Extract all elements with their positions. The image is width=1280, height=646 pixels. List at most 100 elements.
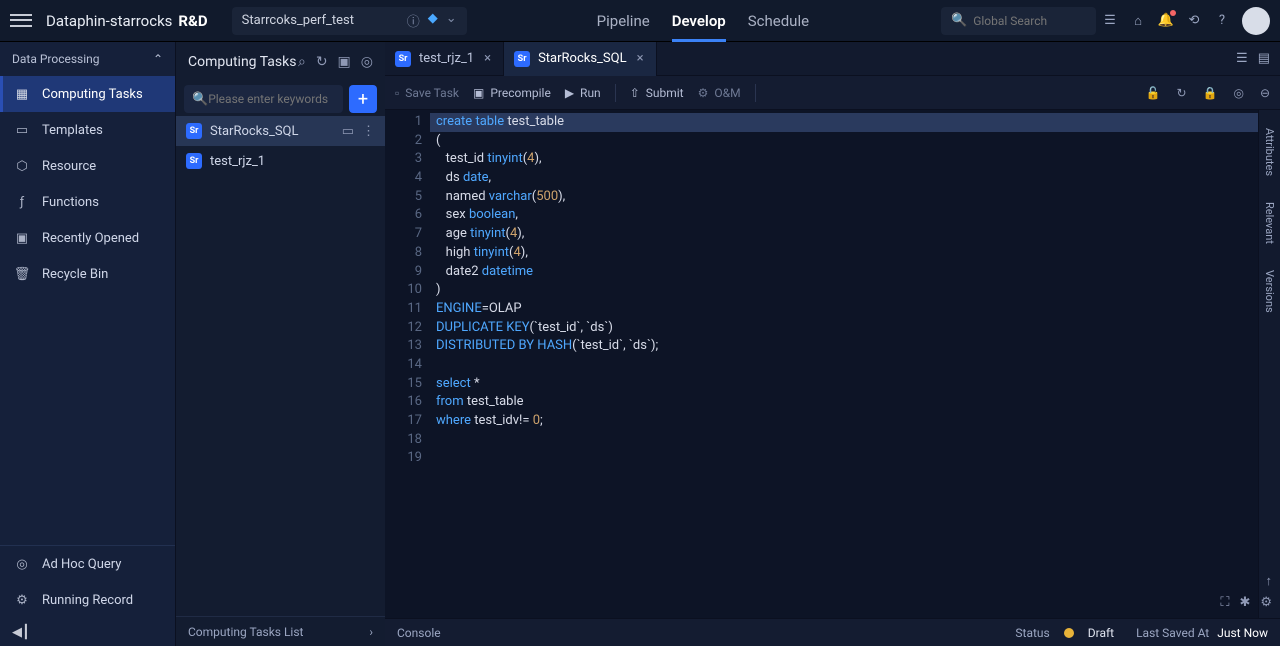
- top-bar: Dataphin-starrocksR&D Starrcoks_perf_tes…: [0, 0, 1280, 42]
- task-panel: Computing Tasks ⌕ ↻ ▣ ◎ 🔍 + SrStarRocks_…: [175, 42, 385, 646]
- more-icon[interactable]: ⋮: [362, 124, 375, 139]
- editor-tabs: Srtest_rjz_1×SrStarRocks_SQL× ☰ ▤: [385, 42, 1280, 76]
- status-bar: Console Status Draft Last Saved At Just …: [385, 618, 1280, 646]
- task-panel-footer[interactable]: Computing Tasks List ›: [176, 616, 385, 646]
- menu-icon[interactable]: [10, 10, 32, 32]
- scroll-top-icon[interactable]: ↑: [1266, 573, 1273, 589]
- sidebar-item-running-record[interactable]: ⚙Running Record: [0, 582, 175, 618]
- right-rail: Attributes Relevant Versions: [1258, 110, 1280, 618]
- nav-develop[interactable]: Develop: [672, 0, 726, 42]
- close-icon[interactable]: ×: [482, 51, 493, 66]
- search-icon: 🔍: [951, 13, 967, 28]
- rec-icon: ▣: [14, 230, 30, 246]
- sidebar-item-recently-opened[interactable]: ▣Recently Opened: [0, 220, 175, 256]
- secure-icon[interactable]: 🔒: [1203, 86, 1218, 100]
- cancel-icon[interactable]: ⊖: [1260, 86, 1270, 100]
- layout-icon[interactable]: ▤: [1258, 51, 1270, 66]
- sidebar-item-ad-hoc-query[interactable]: ◎Ad Hoc Query: [0, 546, 175, 582]
- search-icon: 🔍: [192, 92, 208, 107]
- editor-area: Srtest_rjz_1×SrStarRocks_SQL× ☰ ▤ ▫Save Ta…: [385, 42, 1280, 646]
- pin-icon[interactable]: ◎: [361, 54, 373, 70]
- theme-icon[interactable]: ✱: [1239, 595, 1250, 610]
- editor-tab[interactable]: SrStarRocks_SQL×: [504, 42, 656, 76]
- list-icon[interactable]: ☰: [1236, 51, 1248, 66]
- right-panel-attributes[interactable]: Attributes: [1263, 128, 1276, 176]
- line-gutter: 12345678910111213141516171819: [385, 110, 430, 618]
- save-button[interactable]: ▫Save Task: [395, 86, 459, 100]
- chevron-right-icon: ›: [369, 625, 373, 639]
- add-task-button[interactable]: +: [349, 85, 377, 113]
- diamond-icon[interactable]: ◆: [428, 11, 438, 30]
- task-item[interactable]: SrStarRocks_SQL▭⋮: [176, 116, 385, 146]
- settings-icon[interactable]: ⚙: [1260, 595, 1272, 610]
- save-icon: ▫: [395, 86, 399, 100]
- sidebar-item-resource[interactable]: ⬡Resource: [0, 148, 175, 184]
- task-panel-title: Computing Tasks: [188, 54, 296, 70]
- om-button[interactable]: ⚙O&M: [698, 86, 741, 100]
- brand: Dataphin-starrocksR&D: [46, 12, 208, 30]
- precompile-button[interactable]: ▣Precompile: [473, 86, 551, 100]
- status-dot: [1064, 628, 1074, 638]
- sidebar-item-functions[interactable]: ƒFunctions: [0, 184, 175, 220]
- editor-controls: ↑ ⛶ ✱ ⚙: [1220, 573, 1272, 610]
- sidebar-section-header[interactable]: Data Processing ⌃: [0, 42, 175, 76]
- res-icon: ⬡: [14, 158, 30, 174]
- submit-button[interactable]: ⇧Submit: [630, 86, 684, 100]
- notification-dot: [1170, 10, 1176, 16]
- grid-icon: ▦: [14, 86, 30, 102]
- collapse-icon: ◀┃: [12, 625, 30, 640]
- task-item[interactable]: Srtest_rjz_1: [176, 146, 385, 176]
- collapse-sidebar[interactable]: ◀┃: [0, 618, 175, 646]
- global-search[interactable]: 🔍: [941, 7, 1096, 35]
- project-name: Starrcoks_perf_test: [242, 13, 354, 28]
- nav-pipeline[interactable]: Pipeline: [597, 0, 650, 42]
- panel-icon[interactable]: ☰: [1096, 0, 1124, 42]
- sidebar-item-recycle-bin[interactable]: 🗑Recycle Bin: [0, 256, 175, 292]
- sidebar-item-computing-tasks[interactable]: ▦Computing Tasks: [0, 76, 175, 112]
- project-selector[interactable]: Starrcoks_perf_test ⓘ ◆ ⌄: [232, 7, 467, 35]
- refresh-icon[interactable]: ⟲: [1180, 0, 1208, 42]
- task-search-input[interactable]: [208, 92, 335, 106]
- run-icon: ⚙: [14, 592, 30, 608]
- right-panel-versions[interactable]: Versions: [1263, 270, 1276, 313]
- fx-icon: ƒ: [14, 194, 30, 210]
- info-icon[interactable]: ⓘ: [407, 11, 420, 30]
- chevron-up-icon: ⌃: [153, 52, 163, 66]
- project-icons: ⓘ ◆ ⌄: [407, 11, 457, 30]
- new-folder-icon[interactable]: ▣: [338, 54, 351, 70]
- nav-schedule[interactable]: Schedule: [748, 0, 809, 42]
- editor-tab[interactable]: Srtest_rjz_1×: [385, 42, 504, 76]
- copy-icon[interactable]: ▭: [342, 124, 354, 139]
- help-icon[interactable]: ?: [1208, 0, 1236, 42]
- bell-icon[interactable]: 🔔: [1152, 0, 1180, 42]
- sr-icon: Sr: [514, 51, 530, 67]
- fullscreen-icon[interactable]: ⛶: [1220, 595, 1229, 610]
- sync-icon[interactable]: ↻: [1176, 86, 1186, 100]
- chevron-down-icon[interactable]: ⌄: [446, 11, 457, 30]
- location-icon[interactable]: ◎: [1233, 86, 1243, 100]
- sr-icon: Sr: [395, 51, 411, 67]
- tmpl-icon: ▭: [14, 122, 30, 138]
- sidebar-nav: Data Processing ⌃ ▦Computing Tasks▭Templ…: [0, 42, 175, 646]
- gear-icon: ⚙: [698, 86, 709, 100]
- play-icon: ▶: [565, 86, 574, 100]
- upload-icon: ⇧: [630, 86, 640, 100]
- right-panel-relevant[interactable]: Relevant: [1263, 202, 1276, 244]
- sr-icon: Sr: [186, 123, 202, 139]
- console-tab[interactable]: Console: [397, 626, 441, 640]
- run-button[interactable]: ▶Run: [565, 86, 601, 100]
- top-nav: Pipeline Develop Schedule: [597, 0, 809, 42]
- search-input[interactable]: [973, 14, 1083, 28]
- bin-icon: 🗑: [14, 266, 30, 282]
- filter-icon[interactable]: ⌕: [298, 54, 306, 70]
- editor-toolbar: ▫Save Task ▣Precompile ▶Run ⇧Submit ⚙O&M…: [385, 76, 1280, 110]
- robot-icon[interactable]: ⌂: [1124, 0, 1152, 42]
- lock-icon[interactable]: 🔓: [1145, 86, 1160, 100]
- code-editor[interactable]: create table test_table( test_id tinyint…: [430, 110, 1258, 618]
- adh-icon: ◎: [14, 556, 30, 572]
- sidebar-item-templates[interactable]: ▭Templates: [0, 112, 175, 148]
- precompile-icon: ▣: [473, 86, 484, 100]
- refresh-icon[interactable]: ↻: [316, 54, 328, 70]
- avatar[interactable]: [1242, 7, 1270, 35]
- close-icon[interactable]: ×: [635, 51, 646, 66]
